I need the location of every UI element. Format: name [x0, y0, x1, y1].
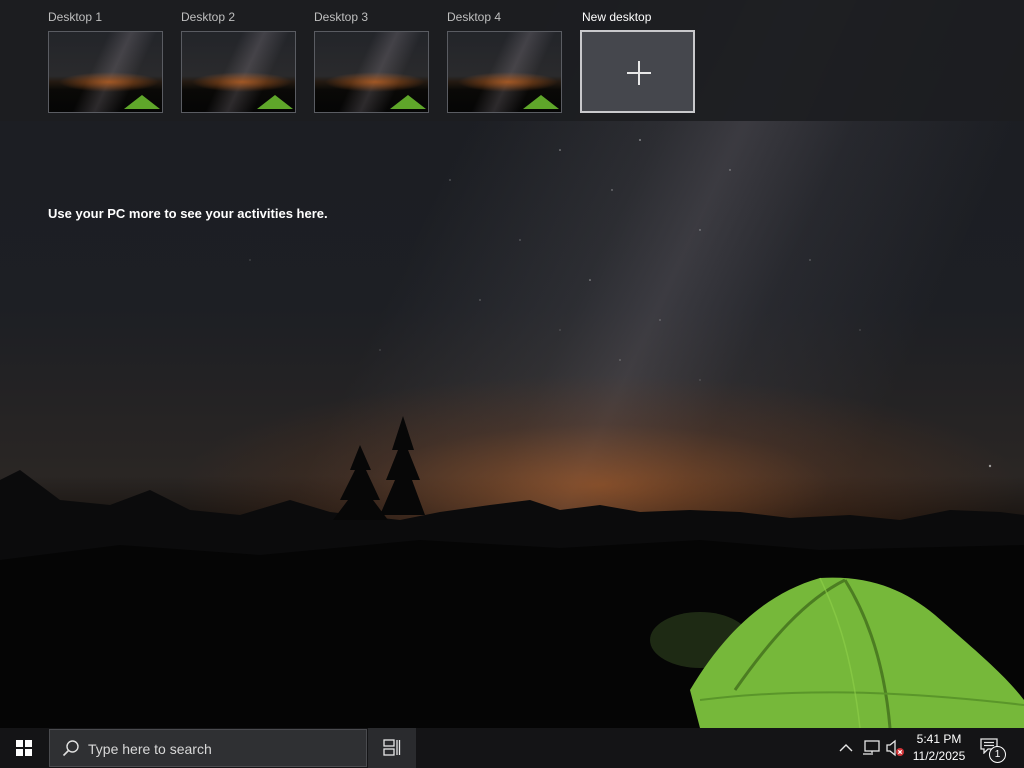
new-desktop-button[interactable] [580, 30, 695, 113]
desktop-1-label: Desktop 1 [48, 10, 103, 24]
chevron-up-icon[interactable] [838, 740, 854, 756]
clock-date: 11/2/2025 [912, 749, 966, 763]
start-button[interactable] [0, 728, 48, 768]
plus-icon-vertical [638, 61, 640, 85]
task-view-screen: Desktop 1 Desktop 2 Desktop 3 Desktop 4 … [0, 0, 1024, 768]
desktop-2-thumbnail[interactable] [181, 31, 296, 113]
stars [249, 139, 992, 468]
desktop-1-thumbnail[interactable] [48, 31, 163, 113]
desktop-2-label: Desktop 2 [181, 10, 236, 24]
task-view-icon [383, 739, 401, 756]
clock-time: 5:41 PM [916, 732, 962, 746]
thumbnail-tent [523, 95, 559, 109]
volume-muted-icon[interactable] [885, 739, 905, 757]
network-icon[interactable] [862, 739, 880, 757]
thumbnail-tent [390, 95, 426, 109]
task-view-button[interactable] [368, 728, 416, 768]
system-clock[interactable]: 5:41 PM 11/2/2025 [906, 731, 972, 765]
taskbar-search-box[interactable]: Type here to search [49, 729, 367, 767]
new-desktop-label: New desktop [582, 10, 652, 24]
search-placeholder: Type here to search [88, 741, 212, 757]
tree-silhouettes [333, 416, 425, 520]
action-center-button[interactable]: 1 [980, 738, 1006, 763]
virtual-desktops-strip: Desktop 1 Desktop 2 Desktop 3 Desktop 4 … [0, 0, 1024, 121]
taskbar: Type here to search 5:41 PM 11/2/2025 1 [0, 728, 1024, 768]
activities-empty-message: Use your PC more to see your activities … [48, 206, 328, 221]
thumbnail-tent [124, 95, 160, 109]
notification-count-badge: 1 [989, 746, 1006, 763]
desktop-4-label: Desktop 4 [447, 10, 502, 24]
desktop-3-label: Desktop 3 [314, 10, 369, 24]
desktop-3-thumbnail[interactable] [314, 31, 429, 113]
windows-logo-icon [16, 740, 32, 756]
thumbnail-tent [257, 95, 293, 109]
desktop-4-thumbnail[interactable] [447, 31, 562, 113]
search-icon [62, 740, 79, 757]
